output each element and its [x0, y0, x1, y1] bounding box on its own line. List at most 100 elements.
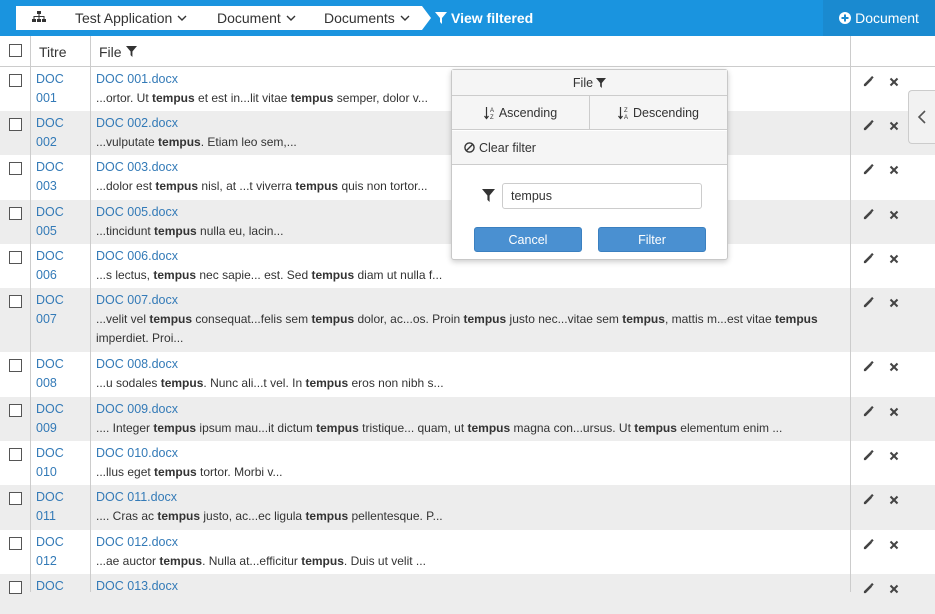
file-name-link[interactable]: DOC 013.docx [96, 577, 836, 596]
row-titre-link[interactable]: DOC 002 [36, 114, 86, 152]
row-checkbox[interactable] [9, 492, 22, 505]
filter-icon[interactable] [125, 46, 137, 57]
pencil-icon[interactable] [863, 208, 875, 221]
breadcrumb-current-label: View filtered [451, 10, 534, 26]
column-header-titre[interactable]: Titre [39, 36, 66, 67]
snippet-text: semper, dolor v... [333, 91, 428, 105]
delete-icon[interactable] [889, 76, 901, 88]
pencil-icon[interactable] [863, 119, 875, 132]
file-name-link[interactable]: DOC 009.docx [96, 400, 836, 419]
row-checkbox[interactable] [9, 404, 22, 417]
row-checkbox[interactable] [9, 448, 22, 461]
table-row[interactable]: DOC 007 DOC 007.docx ...velit vel tempus co… [0, 288, 935, 352]
snippet-text: diam ut nulla f... [354, 268, 443, 282]
popover-title: File [452, 70, 727, 96]
column-header-file[interactable]: File [99, 36, 137, 67]
breadcrumb-home[interactable] [16, 6, 61, 30]
row-checkbox[interactable] [9, 295, 22, 308]
row-titre-line: 006 [36, 268, 57, 282]
row-titre-line: DOC [36, 293, 64, 307]
snippet-text: tortor. Morbi v... [196, 465, 283, 479]
filter-text-input[interactable] [502, 183, 702, 209]
search-match: tempus [159, 554, 203, 568]
row-titre-link[interactable]: DOC 010 [36, 444, 86, 482]
row-titre-link[interactable]: DOC 006 [36, 247, 86, 285]
pencil-icon[interactable] [863, 360, 875, 373]
delete-icon[interactable] [889, 406, 901, 418]
pencil-icon[interactable] [863, 449, 875, 462]
table-row[interactable]: DOC 011 DOC 011.docx.... Cras ac tempus ju… [0, 485, 935, 530]
row-titre-link[interactable]: DOC 012 [36, 533, 86, 571]
sort-descending-button[interactable]: Z A Descending [590, 96, 727, 130]
file-name-link[interactable]: DOC 011.docx [96, 488, 836, 507]
row-titre-line: 002 [36, 135, 57, 149]
file-name-link[interactable]: DOC 008.docx [96, 355, 836, 374]
search-match: tempus [467, 421, 511, 435]
table-row[interactable]: DOC 008 DOC 008.docx ...u sodales tempus. N… [0, 352, 935, 397]
breadcrumb-item-document[interactable]: Document [204, 6, 310, 30]
row-titre-link[interactable]: DOC 011 [36, 488, 86, 526]
table-row[interactable]: DOC 012 DOC 012.docx ...ae auctor tempus. N… [0, 530, 935, 574]
row-checkbox[interactable] [9, 74, 22, 87]
row-checkbox[interactable] [9, 581, 22, 594]
row-checkbox[interactable] [9, 162, 22, 175]
table-row[interactable]: DOC DOC 013.docx [0, 574, 935, 614]
delete-icon[interactable] [889, 539, 901, 551]
delete-icon[interactable] [889, 253, 901, 265]
table-row[interactable]: DOC 009 DOC 009.docx.... Integer tempus ip… [0, 397, 935, 441]
sort-descending-label: Descending [632, 105, 699, 120]
pencil-icon[interactable] [863, 75, 875, 88]
pencil-icon[interactable] [863, 252, 875, 265]
breadcrumb-item-application[interactable]: Test Application [61, 6, 204, 30]
row-titre-link[interactable]: DOC 008 [36, 355, 86, 393]
content-snippet: ...s lectus, tempus nec sapie... est. Se… [96, 266, 836, 285]
table-row[interactable]: DOC 010 DOC 010.docx ...llus eget tempus to… [0, 441, 935, 485]
file-name-link[interactable]: DOC 012.docx [96, 533, 836, 552]
pencil-icon[interactable] [863, 493, 875, 506]
cancel-button[interactable]: Cancel [474, 227, 582, 252]
pencil-icon[interactable] [863, 405, 875, 418]
delete-icon[interactable] [889, 164, 901, 176]
side-panel-toggle[interactable] [908, 90, 935, 144]
row-checkbox[interactable] [9, 118, 22, 131]
row-titre-line: DOC [36, 249, 64, 263]
row-titre-link[interactable]: DOC 007 [36, 291, 86, 329]
row-titre-line: DOC [36, 535, 64, 549]
row-titre-line: 005 [36, 224, 57, 238]
delete-icon[interactable] [889, 361, 901, 373]
file-name-link[interactable]: DOC 010.docx [96, 444, 836, 463]
select-all-checkbox[interactable] [9, 44, 22, 57]
delete-icon[interactable] [889, 583, 901, 595]
delete-icon[interactable] [889, 120, 901, 132]
delete-icon[interactable] [889, 297, 901, 309]
pencil-icon[interactable] [863, 163, 875, 176]
delete-icon[interactable] [889, 209, 901, 221]
row-checkbox[interactable] [9, 537, 22, 550]
add-document-button[interactable]: Document [823, 0, 935, 36]
delete-icon[interactable] [889, 450, 901, 462]
row-checkbox[interactable] [9, 207, 22, 220]
apply-filter-button[interactable]: Filter [598, 227, 706, 252]
sort-ascending-button[interactable]: A Z Ascending [452, 96, 590, 130]
snippet-text: , mattis m...est vitae [664, 312, 775, 326]
row-checkbox[interactable] [9, 251, 22, 264]
search-match: tempus [149, 312, 193, 326]
row-titre-link[interactable]: DOC 009 [36, 400, 86, 438]
file-name-link[interactable]: DOC 007.docx [96, 291, 836, 310]
delete-icon[interactable] [889, 494, 901, 506]
apply-filter-button-label: Filter [638, 232, 666, 247]
file-filter-popover: File A Z Ascending Z A Descending Clear … [451, 69, 728, 260]
plus-circle-icon [839, 12, 852, 24]
pencil-icon[interactable] [863, 296, 875, 309]
row-titre-link[interactable]: DOC 005 [36, 203, 86, 241]
snippet-text: . Duis ut velit ... [343, 554, 426, 568]
pencil-icon[interactable] [863, 582, 875, 595]
row-titre-link[interactable]: DOC 003 [36, 158, 86, 196]
breadcrumb-item-documents[interactable]: Documents [310, 6, 422, 30]
row-titre-link[interactable]: DOC 001 [36, 70, 86, 108]
row-titre-link[interactable]: DOC [36, 577, 86, 596]
search-match: tempus [155, 179, 199, 193]
row-checkbox[interactable] [9, 359, 22, 372]
pencil-icon[interactable] [863, 538, 875, 551]
clear-filter-button[interactable]: Clear filter [452, 131, 727, 165]
